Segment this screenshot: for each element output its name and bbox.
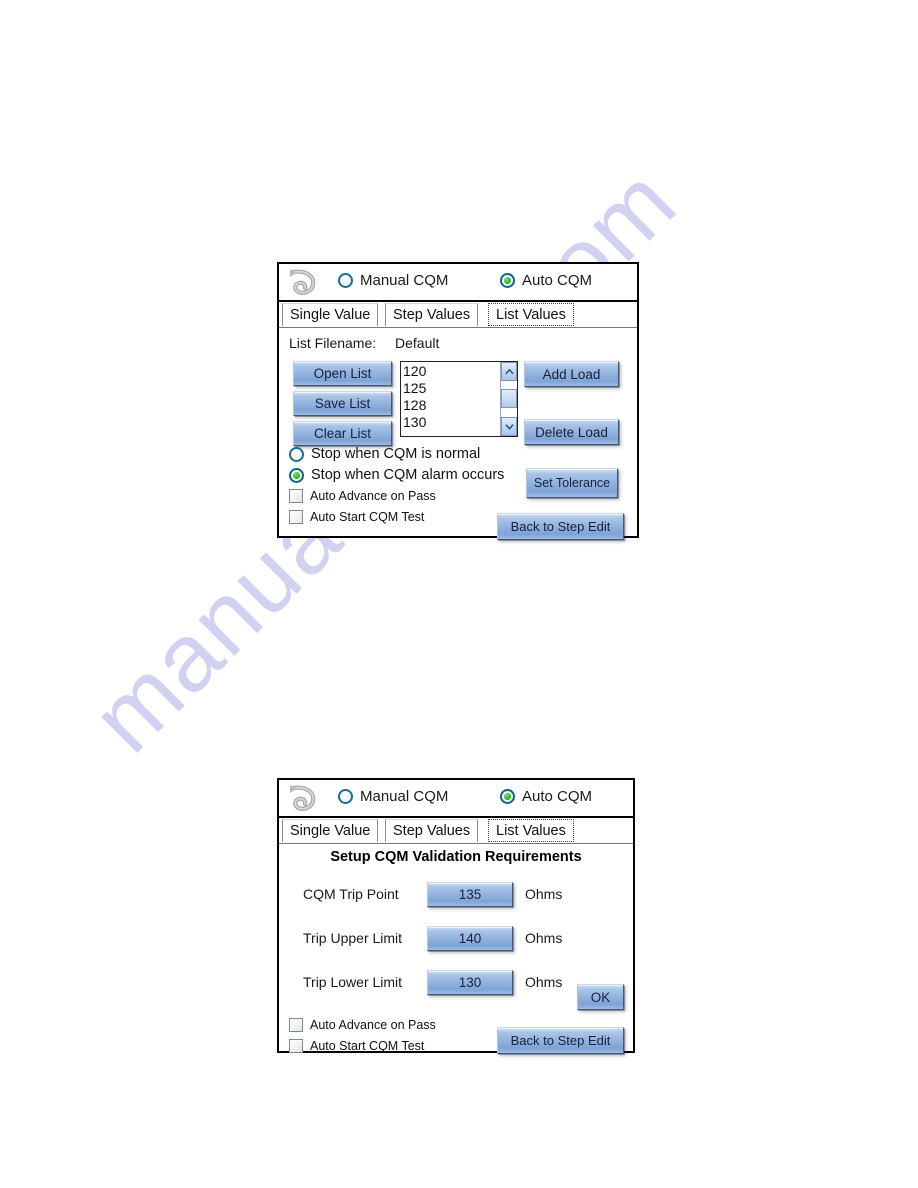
list-filename-value: Default [395,335,440,351]
panel-header: Manual CQM Auto CQM [279,264,637,302]
tab-list-values[interactable]: List Values [488,303,574,326]
ok-button[interactable]: OK [577,984,624,1010]
radio-auto-cqm-indicator [500,273,515,288]
panel-header: Manual CQM Auto CQM [279,780,633,818]
checkbox-auto-start-label: Auto Start CQM Test [310,510,425,524]
back-to-step-edit-button[interactable]: Back to Step Edit [497,513,624,540]
field-row: Trip Upper Limit 140 Ohms [279,926,633,953]
cqm-trip-point-unit: Ohms [525,886,563,902]
radio-stop-when-normal-indicator [289,446,304,462]
checkbox-auto-advance-indicator [289,489,303,503]
field-row: CQM Trip Point 135 Ohms [279,882,633,909]
radio-manual-cqm-label: Manual CQM [360,788,449,805]
checkbox-auto-start-cqm-test[interactable]: Auto Start CQM Test [289,1039,424,1053]
tab-step-values[interactable]: Step Values [385,819,479,842]
trip-upper-limit-field[interactable]: 140 [427,926,513,951]
tab-single-value[interactable]: Single Value [282,303,379,326]
checkbox-auto-start-cqm-test[interactable]: Auto Start CQM Test [289,510,424,524]
chevron-up-icon[interactable] [501,362,517,381]
save-list-button[interactable]: Save List [293,391,392,416]
trip-lower-limit-label: Trip Lower Limit [303,974,403,990]
trip-upper-limit-unit: Ohms [525,930,563,946]
load-values-listbox[interactable]: 120 125 128 130 [400,361,518,437]
set-tolerance-button[interactable]: Set Tolerance [526,468,618,498]
checkbox-auto-advance-indicator [289,1018,303,1032]
open-list-button[interactable]: Open List [293,361,392,386]
delete-load-button[interactable]: Delete Load [524,419,619,445]
trip-upper-limit-label: Trip Upper Limit [303,930,403,946]
list-item[interactable]: 128 [403,397,499,414]
radio-stop-when-alarm-label: Stop when CQM alarm occurs [311,467,505,483]
checkbox-auto-start-indicator [289,510,303,524]
radio-manual-cqm[interactable]: Manual CQM [338,272,448,289]
list-item[interactable]: 125 [403,380,499,397]
checkbox-auto-advance-label: Auto Advance on Pass [310,489,436,503]
tab-list-values[interactable]: List Values [488,819,574,842]
tab-bar: Single Value Step Values List Values [279,818,633,844]
back-to-step-edit-button[interactable]: Back to Step Edit [497,1027,624,1054]
radio-stop-when-alarm-indicator [289,467,304,483]
cqm-setup-validation-panel: Manual CQM Auto CQM Single Value Step Va… [277,778,635,1054]
radio-auto-cqm-indicator [500,789,515,804]
list-item[interactable]: 130 [403,414,499,431]
checkbox-auto-start-label: Auto Start CQM Test [310,1039,425,1053]
chevron-down-icon[interactable] [501,417,517,436]
radio-manual-cqm-label: Manual CQM [360,272,449,289]
listbox-scrollbar[interactable] [500,362,517,436]
radio-auto-cqm-label: Auto CQM [522,788,593,805]
tab-bar: Single Value Step Values List Values [279,302,637,328]
cqm-trip-point-label: CQM Trip Point [303,886,399,902]
load-values-items: 120 125 128 130 [401,362,499,436]
cqm-trip-point-field[interactable]: 135 [427,882,513,907]
back-arrow-icon[interactable] [287,783,321,815]
cqm-list-values-panel: Manual CQM Auto CQM Single Value Step Va… [277,262,639,540]
checkbox-auto-advance-on-pass[interactable]: Auto Advance on Pass [289,489,436,503]
trip-lower-limit-unit: Ohms [525,974,563,990]
radio-stop-when-alarm[interactable]: Stop when CQM alarm occurs [289,467,504,483]
tab-step-values[interactable]: Step Values [385,303,479,326]
back-arrow-icon[interactable] [287,267,321,299]
list-item[interactable]: 120 [403,363,499,380]
setup-title: Setup CQM Validation Requirements [330,849,582,865]
radio-auto-cqm[interactable]: Auto CQM [500,272,592,289]
clear-list-button[interactable]: Clear List [293,421,392,446]
radio-manual-cqm-indicator [338,273,353,288]
radio-auto-cqm-label: Auto CQM [522,272,593,289]
panel-body: List Filename: Default Open List Save Li… [279,328,637,540]
radio-stop-when-normal[interactable]: Stop when CQM is normal [289,446,480,462]
add-load-button[interactable]: Add Load [524,361,619,387]
radio-manual-cqm[interactable]: Manual CQM [338,788,448,805]
trip-lower-limit-field[interactable]: 130 [427,970,513,995]
panel-body: Setup CQM Validation Requirements CQM Tr… [279,844,633,1054]
radio-auto-cqm[interactable]: Auto CQM [500,788,592,805]
checkbox-auto-advance-on-pass[interactable]: Auto Advance on Pass [289,1018,436,1032]
tab-single-value[interactable]: Single Value [282,819,379,842]
list-filename-label: List Filename: [289,335,377,351]
radio-stop-when-normal-label: Stop when CQM is normal [311,446,481,462]
checkbox-auto-advance-label: Auto Advance on Pass [310,1018,436,1032]
checkbox-auto-start-indicator [289,1039,303,1053]
scrollbar-thumb[interactable] [501,389,517,408]
radio-manual-cqm-indicator [338,789,353,804]
